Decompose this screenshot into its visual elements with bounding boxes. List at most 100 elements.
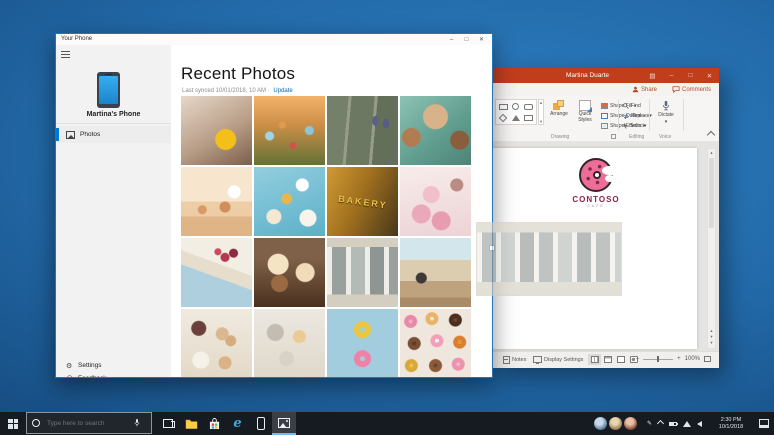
windows-desktop: Martina Duarte ▤ – □ ✕ Share Comments ▲ …	[0, 0, 774, 435]
powerpoint-titlebar[interactable]: Martina Duarte ▤ – □ ✕	[493, 68, 719, 83]
normal-view-button[interactable]	[588, 354, 601, 365]
maximize-icon[interactable]: □	[681, 68, 700, 83]
collapse-ribbon-icon[interactable]	[706, 130, 716, 140]
pen-icon[interactable]: ✎	[647, 420, 652, 427]
photo-flower-field[interactable]	[254, 96, 325, 165]
powerpoint-title: Martina Duarte	[566, 72, 609, 79]
search-input[interactable]	[45, 418, 133, 428]
photo-two-donuts[interactable]	[327, 309, 398, 377]
folder-icon	[185, 419, 198, 429]
triangle-shape-icon[interactable]	[511, 114, 520, 121]
rectangle-shape-icon[interactable]	[498, 103, 508, 110]
minimize-icon[interactable]: –	[662, 68, 681, 83]
zoom-slider[interactable]	[643, 356, 674, 362]
file-explorer-button[interactable]	[180, 412, 203, 435]
minimize-icon[interactable]: –	[444, 34, 459, 45]
reading-view-button[interactable]	[614, 354, 627, 365]
select-button[interactable]: Select ▾	[623, 121, 646, 130]
replace-button[interactable]: Replace ▾	[623, 111, 652, 120]
find-button[interactable]: Find	[623, 101, 641, 110]
drawing-dialog-launcher-icon[interactable]	[611, 134, 616, 139]
photo-bakery-interior[interactable]	[400, 238, 471, 307]
logo-subtext: CAFÉ	[587, 204, 605, 208]
photo-pink-marshmallows[interactable]	[400, 167, 471, 236]
edge-browser-button[interactable]: e	[226, 412, 249, 435]
zoom-out-icon[interactable]: –	[636, 356, 639, 362]
microphone-icon[interactable]	[133, 418, 141, 428]
callout-shape-icon[interactable]	[524, 114, 534, 121]
taskbar: e ✎ 2:30 PM 10/1/2018	[0, 412, 774, 435]
action-center-icon	[759, 419, 769, 428]
sidebar-item-feedback[interactable]: ☺ Feedback	[56, 372, 171, 378]
task-view-button[interactable]	[156, 412, 179, 435]
zoom-slider-thumb[interactable]	[657, 356, 660, 362]
action-center-button[interactable]	[754, 412, 774, 435]
edge-icon: e	[233, 416, 242, 431]
shapes-gallery-scroll[interactable]: ▲ ▼	[538, 99, 544, 125]
comments-button[interactable]: Comments	[672, 85, 711, 94]
microphone-icon	[663, 100, 669, 111]
display-settings-button[interactable]: Display Settings	[533, 356, 583, 364]
people-avatar[interactable]	[609, 417, 622, 430]
ribbon-display-options-icon[interactable]: ▤	[643, 68, 662, 83]
system-tray: ✎	[644, 412, 705, 435]
start-button[interactable]	[0, 412, 26, 435]
selected-accent-bar	[56, 128, 59, 141]
arrange-button[interactable]: Arrange	[547, 100, 571, 118]
maximize-icon[interactable]: □	[459, 34, 474, 45]
show-hidden-icons-chevron[interactable]	[656, 419, 665, 428]
zoom-level[interactable]: 100%	[685, 356, 700, 362]
shape-outline-icon	[601, 112, 608, 119]
dictate-button[interactable]: Dictate ▾	[653, 100, 679, 125]
people-avatar[interactable]	[624, 417, 637, 430]
dragged-photo-ghost[interactable]	[476, 222, 622, 296]
photo-dog-with-ball[interactable]	[181, 96, 252, 165]
close-icon[interactable]: ✕	[474, 34, 489, 45]
find-icon	[623, 102, 629, 109]
your-phone-taskbar-button[interactable]	[249, 412, 272, 435]
photo-family-selfie[interactable]	[400, 96, 471, 165]
microsoft-store-button[interactable]	[203, 412, 226, 435]
scrollbar-thumb[interactable]	[709, 158, 714, 228]
update-link[interactable]: Update	[273, 88, 292, 94]
photo-feet-on-path[interactable]	[327, 96, 398, 165]
taskbar-clock[interactable]: 2:30 PM 10/1/2018	[710, 412, 752, 435]
taskbar-search[interactable]	[26, 412, 152, 434]
powerpoint-status-bar: Notes Display Settings – + 100%	[493, 351, 719, 368]
slide-sorter-view-button[interactable]	[601, 354, 614, 365]
photo-baking-table[interactable]	[254, 167, 325, 236]
battery-icon[interactable]	[669, 421, 679, 426]
slide-nav-icons[interactable]: ▲ ▼ ▼	[708, 328, 715, 348]
gear-icon: ⚙	[66, 361, 73, 370]
photo-cheesecake[interactable]	[181, 238, 252, 307]
slide-scrollbar[interactable]: ▲ ▲ ▼ ▼	[707, 148, 716, 349]
shapes-gallery[interactable]	[495, 99, 537, 125]
arrange-icon	[553, 100, 565, 111]
drag-cursor-badge-icon	[489, 245, 495, 251]
zoom-in-icon[interactable]: +	[677, 356, 681, 362]
scroll-up-icon[interactable]: ▲	[708, 149, 715, 157]
volume-icon[interactable]	[697, 420, 703, 427]
editing-group-label: Editing	[629, 134, 645, 140]
network-icon[interactable]	[683, 420, 692, 427]
rounded-rectangle-shape-icon[interactable]	[524, 103, 534, 110]
share-button[interactable]: Share	[632, 85, 657, 94]
photo-donut-assortment[interactable]	[400, 309, 471, 377]
people-avatar[interactable]	[594, 417, 607, 430]
photo-baking-tools[interactable]	[254, 309, 325, 377]
ellipse-shape-icon[interactable]	[512, 103, 520, 111]
photo-cafe-storefront[interactable]	[327, 238, 398, 307]
fit-slide-to-window-icon[interactable]	[704, 356, 711, 362]
active-photos-app-button[interactable]	[272, 412, 296, 435]
hamburger-menu-icon[interactable]	[61, 51, 70, 58]
photo-bakery-sign[interactable]: BAKERY	[327, 167, 398, 236]
notes-button[interactable]: Notes	[503, 356, 526, 364]
diamond-shape-icon[interactable]	[499, 113, 508, 122]
photo-beach-family[interactable]	[181, 167, 252, 236]
sidebar-item-photos[interactable]: Photos	[56, 126, 171, 143]
photo-caramel-cupcakes[interactable]	[254, 238, 325, 307]
close-icon[interactable]: ✕	[700, 68, 719, 83]
photo-eggs-berries[interactable]	[181, 309, 252, 377]
quick-styles-button[interactable]: Quick Styles	[573, 100, 597, 123]
sidebar-item-settings[interactable]: ⚙ Settings	[56, 359, 171, 372]
